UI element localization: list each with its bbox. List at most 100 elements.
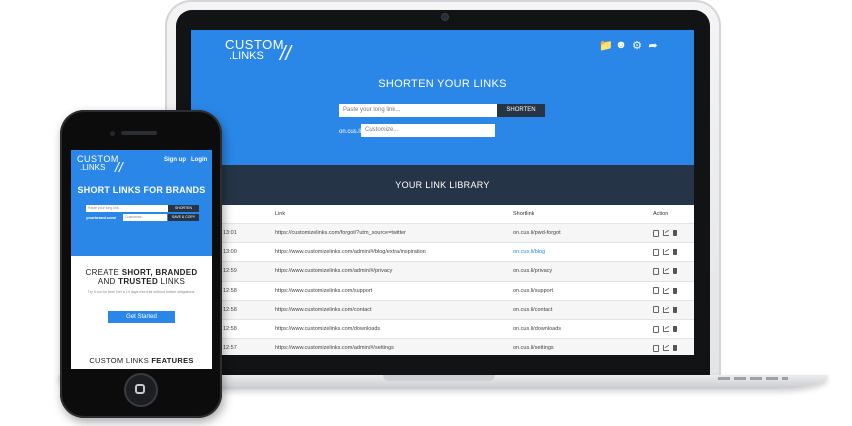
row-shortlink[interactable]: on.cus.li/support bbox=[512, 280, 652, 301]
laptop-base-notch bbox=[383, 375, 495, 381]
row-long-link: https://customizelinks.com/forgot/?utm_s… bbox=[274, 222, 512, 243]
features-emphasis: FEATURES bbox=[151, 356, 194, 365]
logo-slash: // bbox=[280, 43, 292, 65]
headline-text: CREATE bbox=[85, 268, 122, 277]
trash-icon[interactable] bbox=[673, 268, 677, 275]
row-actions bbox=[652, 318, 694, 339]
column-header-action: Action bbox=[653, 211, 669, 217]
chart-icon[interactable] bbox=[663, 230, 669, 237]
mobile-logo[interactable]: CUSTOM .LINKS // bbox=[77, 155, 123, 175]
logo-slash: // bbox=[115, 159, 123, 175]
chart-icon[interactable] bbox=[663, 306, 669, 313]
user-icon[interactable]: ☻ bbox=[615, 39, 627, 52]
mobile-customize-input[interactable]: Customize... bbox=[123, 214, 167, 221]
row-long-link: https://www.customizelinks.com/admin/#/b… bbox=[274, 242, 512, 262]
settings-icon[interactable]: ⚙ bbox=[631, 39, 643, 52]
login-link[interactable]: Login bbox=[191, 157, 207, 163]
column-header-shortlink: Shortlink bbox=[513, 211, 535, 217]
phone-speaker bbox=[121, 131, 157, 135]
save-copy-button[interactable]: SAVE & COPY bbox=[168, 214, 199, 221]
table-row: 12:59 https://www.customizelinks.com/admi… bbox=[191, 261, 694, 282]
document-icon[interactable] bbox=[653, 306, 659, 314]
table-row: 12:57 https://www.customizelinks.com/admi… bbox=[191, 338, 694, 355]
desktop-logo[interactable]: CUSTOM .LINKS // bbox=[225, 38, 291, 64]
row-actions bbox=[652, 280, 694, 301]
headline-emphasis: TRUSTED bbox=[118, 277, 159, 286]
create-headline: CREATE SHORT, BRANDED AND TRUSTED LINKS bbox=[71, 268, 212, 286]
document-icon[interactable] bbox=[653, 287, 659, 295]
link-table: Link Shortlink Action 13:01 https://custo… bbox=[191, 205, 694, 355]
row-long-link: https://www.customizelinks.com/admin/#/p… bbox=[274, 261, 512, 282]
domain-prefix: on.cus.li/ bbox=[339, 129, 363, 135]
headline-text: LINKS bbox=[158, 277, 186, 286]
chart-icon[interactable] bbox=[663, 287, 669, 294]
shorten-button[interactable]: SHORTEN bbox=[497, 104, 545, 117]
chart-icon[interactable] bbox=[663, 345, 669, 352]
features-text: CUSTOM LINKS bbox=[89, 356, 152, 365]
header-icon-bar: 📁 ☻ ⚙ ➦ bbox=[599, 39, 659, 52]
document-icon[interactable] bbox=[653, 229, 659, 237]
document-icon[interactable] bbox=[653, 267, 659, 275]
folder-icon[interactable]: 📁 bbox=[599, 39, 613, 52]
chart-icon[interactable] bbox=[663, 268, 669, 275]
row-shortlink[interactable]: on.cus.li/privacy bbox=[512, 261, 652, 282]
mobile-shorten-button[interactable]: SHORTEN bbox=[168, 205, 199, 212]
signup-link[interactable]: Sign up bbox=[164, 157, 186, 163]
home-button-icon bbox=[135, 384, 145, 394]
row-long-link: https://www.customizelinks.com/support bbox=[274, 280, 512, 301]
trash-icon[interactable] bbox=[673, 287, 677, 294]
customize-input[interactable]: Customize... bbox=[361, 124, 495, 137]
chart-icon[interactable] bbox=[663, 326, 669, 333]
laptop-screen: CUSTOM .LINKS // 📁 ☻ ⚙ ➦ SHORTEN YOUR LI… bbox=[191, 30, 694, 355]
mobile-header: CUSTOM .LINKS // Sign up Login SHORT LIN… bbox=[71, 150, 212, 256]
table-row: 13:00 https://www.customizelinks.com/admi… bbox=[191, 242, 694, 262]
table-row: 12:58 https://www.customizelinks.com/cont… bbox=[191, 299, 694, 320]
get-started-button[interactable]: Get Started bbox=[108, 311, 175, 323]
page-title: SHORTEN YOUR LINKS bbox=[378, 78, 507, 90]
trash-icon[interactable] bbox=[673, 249, 677, 256]
table-row: 13:01 https://customizelinks.com/forgot/?… bbox=[191, 222, 694, 243]
table-header-row: Link Shortlink Action bbox=[191, 205, 694, 224]
row-actions bbox=[652, 222, 694, 243]
table-row: 12:58 https://www.customizelinks.com/supp… bbox=[191, 280, 694, 301]
phone-camera bbox=[110, 131, 115, 136]
long-link-input[interactable]: Paste your long link... bbox=[339, 104, 498, 117]
row-long-link: https://www.customizelinks.com/contact bbox=[274, 299, 512, 320]
chart-icon[interactable] bbox=[663, 249, 669, 256]
phone-screen: CUSTOM .LINKS // Sign up Login SHORT LIN… bbox=[71, 150, 212, 369]
column-header-link: Link bbox=[275, 211, 286, 217]
row-long-link: https://www.customizelinks.com/admin/#/s… bbox=[274, 338, 512, 355]
logout-icon[interactable]: ➦ bbox=[647, 39, 659, 52]
laptop-vent bbox=[718, 377, 788, 380]
link-library-banner: YOUR LINK LIBRARY bbox=[191, 165, 694, 205]
desktop-header: CUSTOM .LINKS // 📁 ☻ ⚙ ➦ SHORTEN YOUR LI… bbox=[191, 30, 694, 165]
document-icon[interactable] bbox=[653, 248, 659, 256]
mobile-domain-prefix: yourbrand.com/ bbox=[86, 215, 117, 220]
row-shortlink[interactable]: on.cus.li/pwd-forgot bbox=[512, 222, 652, 243]
document-icon[interactable] bbox=[653, 325, 659, 333]
row-long-link: https://www.customizelinks.com/downloads bbox=[274, 318, 512, 339]
mobile-title: SHORT LINKS FOR BRANDS bbox=[77, 185, 206, 195]
features-heading: CUSTOM LINKS FEATURES bbox=[71, 356, 212, 365]
headline-emphasis: SHORT, BRANDED bbox=[121, 268, 198, 277]
row-actions bbox=[652, 242, 694, 262]
row-shortlink[interactable]: on.cus.li/settings bbox=[512, 338, 652, 355]
trash-icon[interactable] bbox=[673, 326, 677, 333]
row-actions bbox=[652, 299, 694, 320]
row-actions bbox=[652, 261, 694, 282]
row-actions bbox=[652, 338, 694, 355]
trash-icon[interactable] bbox=[673, 230, 677, 237]
document-icon[interactable] bbox=[653, 344, 659, 352]
logo-text: .LINKS bbox=[229, 50, 264, 62]
row-shortlink[interactable]: on.cus.li/contact bbox=[512, 299, 652, 320]
trash-icon[interactable] bbox=[673, 306, 677, 313]
laptop-camera bbox=[442, 14, 448, 20]
headline-text: AND bbox=[97, 277, 119, 286]
row-shortlink[interactable]: on.cus.li/blog bbox=[512, 242, 652, 262]
logo-text: .LINKS bbox=[80, 163, 106, 172]
trash-icon[interactable] bbox=[673, 345, 677, 352]
row-shortlink[interactable]: on.cus.li/downloads bbox=[512, 318, 652, 339]
trial-subtitle: Try it out for free! Get a 14 days free … bbox=[87, 290, 196, 294]
mobile-long-link-input[interactable]: Paste your long link... bbox=[86, 205, 168, 212]
table-row: 12:58 https://www.customizelinks.com/down… bbox=[191, 318, 694, 339]
